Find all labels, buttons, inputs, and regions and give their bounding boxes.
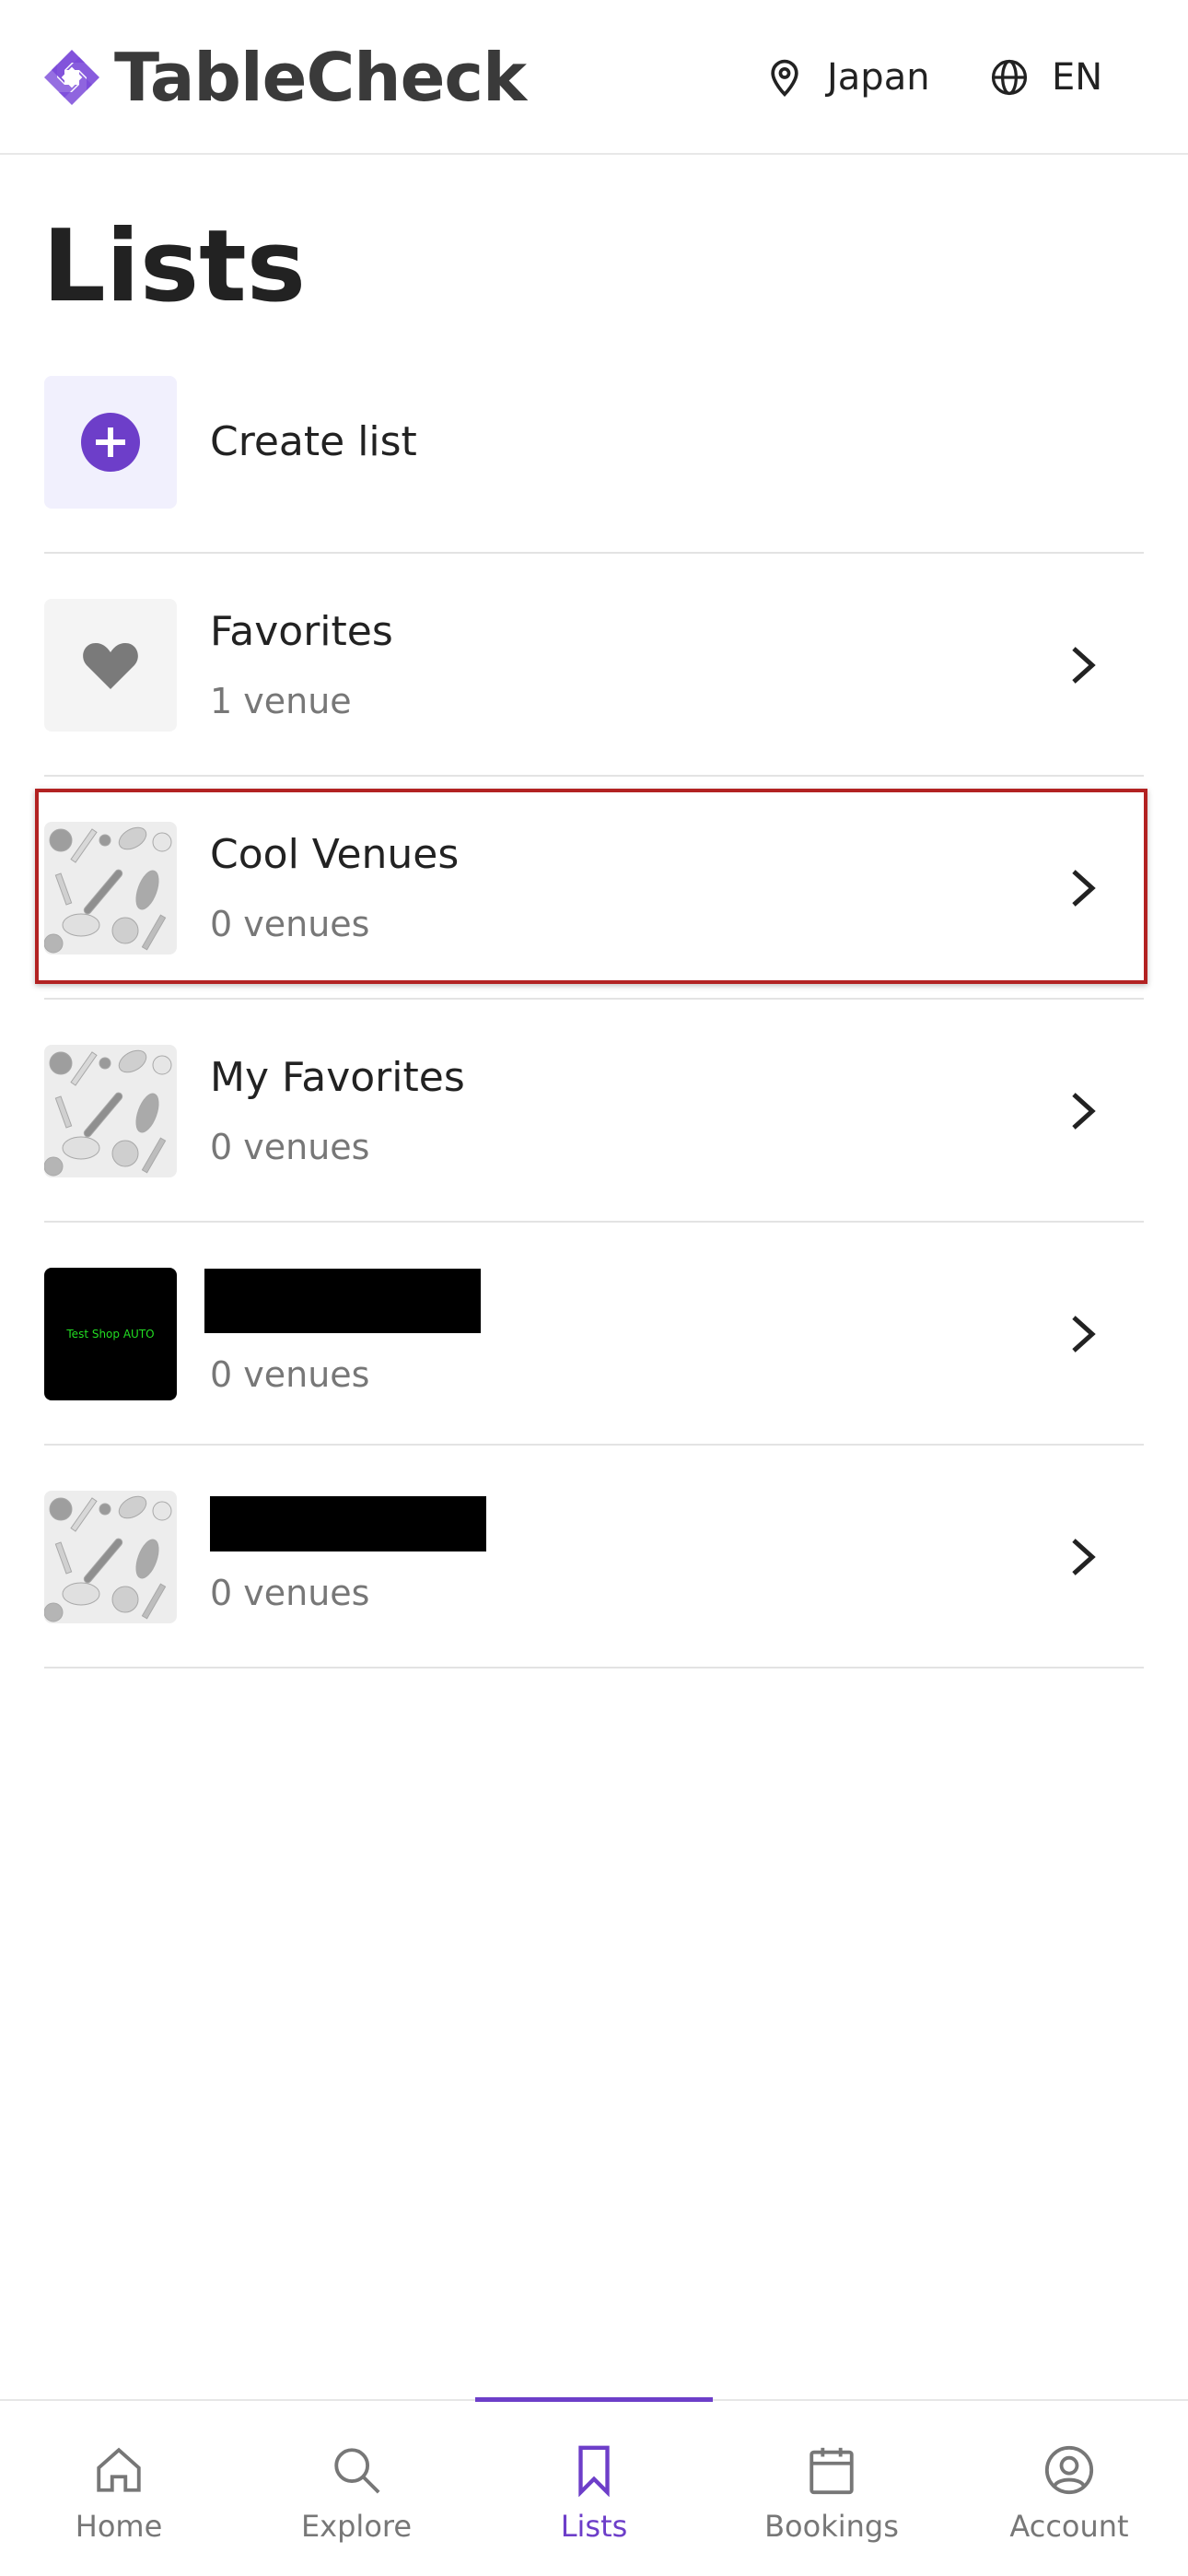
nav-home[interactable]: Home bbox=[0, 2401, 238, 2576]
nav-label: Home bbox=[75, 2509, 163, 2544]
region-selector[interactable]: Japan bbox=[764, 48, 930, 107]
nav-bookings[interactable]: Bookings bbox=[713, 2401, 950, 2576]
plus-circle-icon bbox=[81, 413, 140, 472]
brand-name: TableCheck bbox=[114, 39, 527, 116]
list-thumb-image bbox=[44, 1491, 177, 1623]
globe-icon bbox=[991, 59, 1028, 96]
list-title: Cool Venues bbox=[210, 831, 460, 878]
create-list-button[interactable]: Create list bbox=[44, 331, 1144, 554]
list-item-redacted[interactable]: Test Shop AUTO 0 venues bbox=[44, 1223, 1144, 1446]
nav-lists[interactable]: Lists bbox=[475, 2401, 713, 2576]
favorites-thumb bbox=[44, 599, 177, 732]
page-title: Lists bbox=[42, 209, 307, 324]
user-circle-icon bbox=[1044, 2445, 1094, 2495]
list-venue-count: 1 venue bbox=[210, 681, 352, 721]
bottom-navigation: Home Explore Lists Bookings Account bbox=[0, 2397, 1188, 2576]
nav-explore[interactable]: Explore bbox=[238, 2401, 475, 2576]
tablecheck-logo[interactable]: TableCheck bbox=[42, 39, 527, 116]
region-label: Japan bbox=[827, 56, 930, 99]
list-item-my-favorites[interactable]: My Favorites 0 venues bbox=[44, 1000, 1144, 1223]
redacted-title bbox=[210, 1496, 486, 1551]
shop-thumb-image: Test Shop AUTO bbox=[44, 1268, 177, 1400]
nav-label: Lists bbox=[560, 2509, 628, 2544]
list-item-redacted[interactable]: 0 venues bbox=[44, 1446, 1144, 1669]
shop-thumb-text: Test Shop AUTO bbox=[66, 1328, 155, 1341]
list-venue-count: 0 venues bbox=[210, 904, 370, 944]
list-item-favorites[interactable]: Favorites 1 venue bbox=[44, 554, 1144, 777]
list-title: My Favorites bbox=[210, 1054, 465, 1101]
calendar-icon bbox=[809, 2447, 854, 2495]
list-item-cool-venues[interactable]: Cool Venues 0 venues bbox=[44, 777, 1144, 1000]
logo-mark-icon bbox=[44, 50, 99, 105]
list-venue-count: 0 venues bbox=[210, 1127, 370, 1167]
chevron-right-icon bbox=[1065, 1089, 1101, 1133]
list-title: Favorites bbox=[210, 608, 393, 655]
nav-label: Explore bbox=[300, 2509, 413, 2544]
language-selector[interactable]: EN bbox=[989, 48, 1102, 107]
nav-label: Account bbox=[1009, 2509, 1129, 2544]
app-header: TableCheck Japan EN bbox=[0, 0, 1188, 155]
redacted-title bbox=[204, 1269, 481, 1333]
list-thumb-image bbox=[44, 1045, 177, 1177]
list-venue-count: 0 venues bbox=[210, 1354, 370, 1395]
create-list-thumb bbox=[44, 376, 177, 509]
bookmark-icon bbox=[578, 2445, 610, 2497]
heart-icon bbox=[83, 643, 138, 689]
create-list-label: Create list bbox=[210, 418, 417, 465]
home-icon bbox=[97, 2447, 141, 2492]
nav-account[interactable]: Account bbox=[950, 2401, 1188, 2576]
location-pin-icon bbox=[771, 59, 798, 97]
search-icon bbox=[334, 2448, 380, 2494]
language-label: EN bbox=[1052, 56, 1103, 99]
chevron-right-icon bbox=[1065, 643, 1101, 687]
chevron-right-icon bbox=[1065, 866, 1101, 910]
chevron-right-icon bbox=[1065, 1535, 1101, 1579]
list-venue-count: 0 venues bbox=[210, 1573, 370, 1613]
nav-label: Bookings bbox=[764, 2509, 899, 2544]
chevron-right-icon bbox=[1065, 1312, 1101, 1356]
list-thumb-image bbox=[44, 822, 177, 954]
